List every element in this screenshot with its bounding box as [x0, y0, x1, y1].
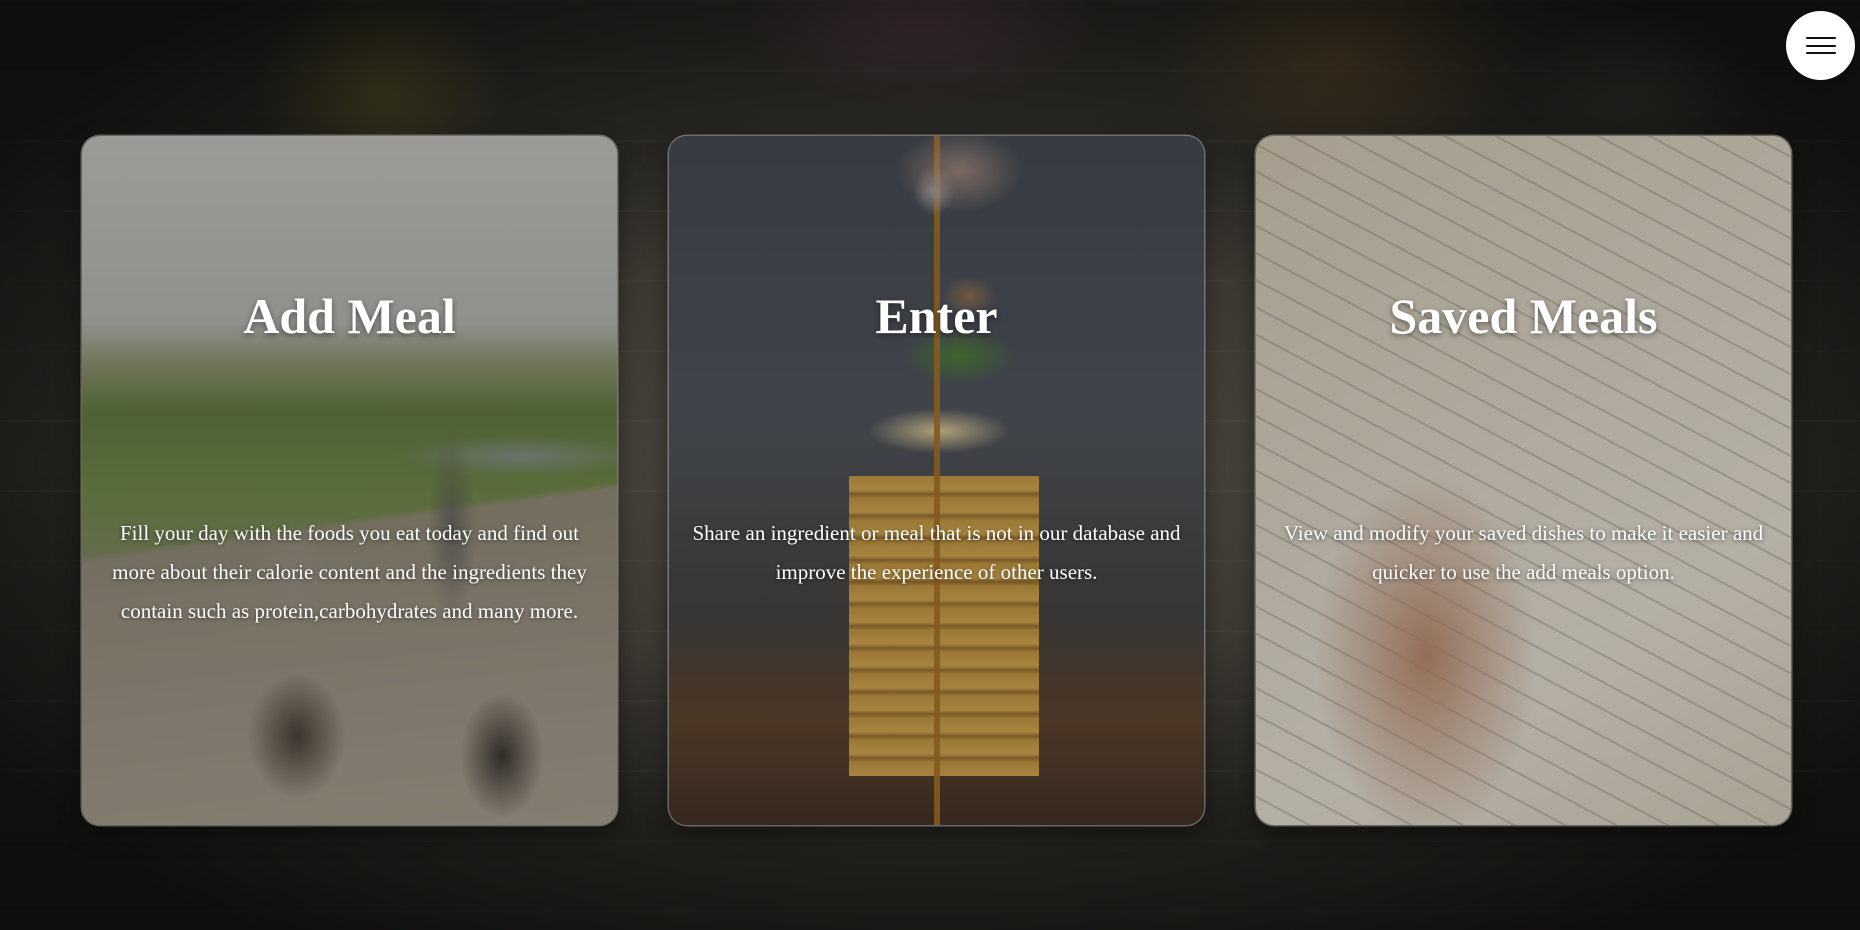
menu-button[interactable] [1786, 11, 1855, 80]
card-saved-meals[interactable]: Saved Meals View and modify your saved d… [1256, 136, 1791, 825]
card-description: Share an ingredient or meal that is not … [692, 521, 1181, 584]
card-title: Add Meal [243, 288, 456, 344]
card-enter[interactable]: Enter Share an ingredient or meal that i… [669, 136, 1204, 825]
card-description: Fill your day with the foods you eat tod… [112, 521, 587, 623]
hamburger-menu-icon [1805, 37, 1836, 54]
card-description: View and modify your saved dishes to mak… [1283, 521, 1764, 584]
card-title: Saved Meals [1389, 288, 1658, 344]
card-title: Enter [875, 288, 998, 344]
page: Add Meal Fill your day with the foods yo… [0, 0, 1860, 930]
card-add-meal[interactable]: Add Meal Fill your day with the foods yo… [82, 136, 617, 825]
